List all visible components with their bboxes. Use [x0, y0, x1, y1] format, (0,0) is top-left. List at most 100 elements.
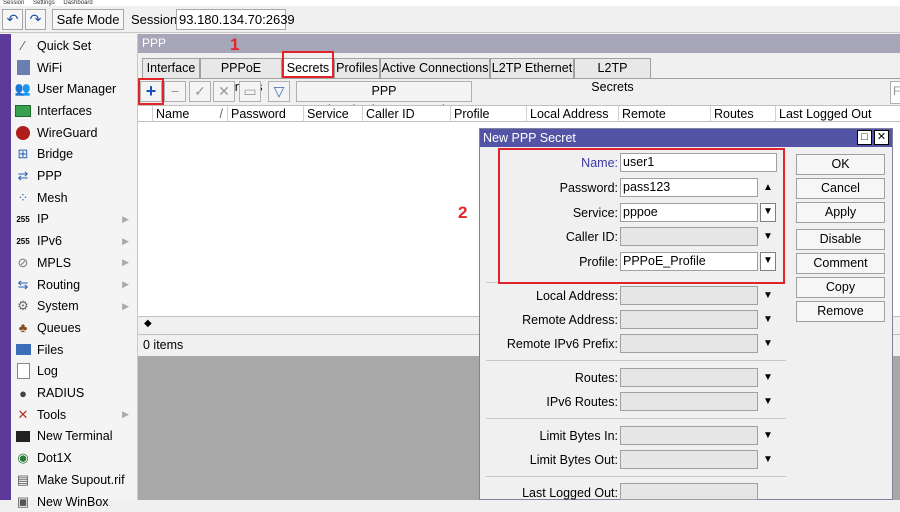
sidebar-item-mpls[interactable]: ⊘ MPLS ▶ [11, 252, 137, 274]
system-gear-icon: ⚙ [17, 298, 29, 314]
mpls-icon: ⊘ [17, 254, 29, 270]
sidebar-item-label: WireGuard [37, 125, 98, 140]
winbox-icon: ▣ [16, 493, 30, 509]
sidebar-item-queues[interactable]: ♣ Queues [11, 317, 137, 339]
remote-ipv6-prefix-field[interactable] [620, 334, 758, 353]
sidebar-item-bridge[interactable]: ⊞ Bridge [11, 144, 137, 166]
terminal-icon [14, 428, 32, 444]
column-header-routes[interactable]: Routes [711, 106, 776, 123]
dropdown-icon[interactable]: ▼ [760, 334, 776, 353]
scroll-left-icon[interactable]: ◆ [144, 318, 152, 329]
column-header-name[interactable]: Name / [153, 106, 228, 123]
sidebar-item-make-supout[interactable]: ▤ Make Supout.rif [11, 469, 137, 491]
divider [486, 476, 786, 477]
submenu-arrow-icon: ▶ [122, 213, 129, 224]
tab-pppoe-servers[interactable]: PPPoE Servers [200, 58, 282, 94]
sidebar-item-tools[interactable]: ✕ Tools ▶ [11, 404, 137, 426]
sidebar-item-label: New WinBox [37, 494, 109, 509]
remote-address-field[interactable] [620, 310, 758, 329]
sidebar-item-new-terminal[interactable]: New Terminal [11, 426, 137, 448]
filter-icon[interactable]: ▽ [268, 81, 290, 102]
apply-button[interactable]: Apply [796, 202, 885, 223]
column-header-last-logged-out[interactable]: Last Logged Out [776, 106, 900, 123]
sidebar-item-label: Quick Set [37, 38, 92, 53]
dropdown-icon[interactable]: ▼ [760, 450, 776, 469]
sidebar-item-label: New Terminal [37, 429, 113, 444]
column-header-remote-address[interactable]: Remote Address [619, 106, 711, 137]
remove-button[interactable]: Remove [796, 301, 885, 322]
sidebar-item-mesh[interactable]: ⁘ Mesh [11, 187, 137, 209]
local-address-field[interactable] [620, 286, 758, 305]
copy-button[interactable]: Copy [796, 277, 885, 298]
wireguard-icon [14, 125, 32, 141]
sidebar-item-interfaces[interactable]: Interfaces [11, 100, 137, 122]
dropdown-icon[interactable]: ▼ [760, 368, 776, 387]
tab-l2tp-secrets[interactable]: L2TP Secrets [574, 58, 651, 94]
sidebar-item-wifi[interactable]: WiFi [11, 57, 137, 79]
limit-bytes-in-label: Limit Bytes In: [539, 429, 619, 443]
wand-icon: ⁄ [21, 38, 25, 54]
remote-ipv6-prefix-label: Remote IPv6 Prefix: [506, 337, 618, 351]
limit-bytes-in-field[interactable] [620, 426, 758, 445]
sidebar-item-label: Make Supout.rif [37, 472, 125, 487]
undo-icon[interactable]: ↶ [2, 9, 23, 30]
log-icon [14, 363, 32, 380]
sidebar-item-ipv6[interactable]: 255 IPv6 ▶ [11, 230, 137, 252]
limit-bytes-out-field[interactable] [620, 450, 758, 469]
sidebar-item-label: User Manager [37, 82, 117, 97]
column-header-local-address[interactable]: Local Address [527, 106, 619, 123]
sidebar-item-system[interactable]: ⚙ System ▶ [11, 295, 137, 317]
divider [486, 418, 786, 419]
ipv6-routes-field[interactable] [620, 392, 758, 411]
close-icon[interactable]: ✕ [874, 130, 889, 145]
sidebar-item-ip[interactable]: 255 IP ▶ [11, 209, 137, 231]
tab-l2tp-ethernet[interactable]: L2TP Ethernet [490, 58, 574, 78]
tab-interface[interactable]: Interface [142, 58, 200, 78]
sidebar-item-quick-set[interactable]: ⁄ Quick Set [11, 35, 137, 57]
safe-mode-button[interactable]: Safe Mode [52, 9, 124, 30]
dropdown-icon[interactable]: ▼ [760, 310, 776, 329]
check-icon[interactable]: ✓ [189, 81, 211, 102]
table-header: Name / Password Service Caller ID Profil… [138, 105, 900, 137]
column-header-caller-id[interactable]: Caller ID [363, 106, 451, 123]
sidebar-item-ppp[interactable]: ⇄ PPP [11, 165, 137, 187]
dropdown-icon[interactable]: ▼ [760, 286, 776, 305]
limit-bytes-out-label: Limit Bytes Out: [529, 453, 618, 467]
maximize-icon[interactable]: □ [857, 130, 872, 145]
redo-icon[interactable]: ↷ [25, 9, 46, 30]
dropdown-icon[interactable]: ▼ [760, 392, 776, 411]
step-1-marker: 1 [230, 35, 240, 54]
ppp-toolbar: + − ✓ ✕ ▭ ▽ PPP Authentication&Accountin… [138, 78, 900, 117]
dropdown-icon[interactable]: ▼ [760, 426, 776, 445]
comment-icon[interactable]: ▭ [239, 81, 261, 102]
sidebar-item-new-winbox[interactable]: ▣ New WinBox [11, 491, 137, 512]
sidebar-item-dot1x[interactable]: ◉ Dot1X [11, 447, 137, 469]
dot1x-icon: ◉ [17, 450, 29, 466]
routes-field[interactable] [620, 368, 758, 387]
minus-icon[interactable]: − [164, 81, 186, 102]
ok-button[interactable]: OK [796, 154, 885, 175]
tab-profiles[interactable]: Profiles [334, 58, 380, 78]
ppp-authentication-accounting-button[interactable]: PPP Authentication&Accounting [296, 81, 472, 117]
find-input[interactable]: F [890, 81, 900, 104]
sidebar-item-log[interactable]: Log [11, 361, 137, 383]
column-header-profile[interactable]: Profile [451, 106, 527, 123]
sidebar-item-wireguard[interactable]: WireGuard [11, 122, 137, 144]
tab-active-connections[interactable]: Active Connections [380, 58, 490, 78]
last-logged-out-field [620, 483, 758, 500]
sidebar-brand-strip [0, 34, 11, 500]
x-icon[interactable]: ✕ [213, 81, 235, 102]
column-header-password[interactable]: Password [228, 106, 304, 123]
disable-button[interactable]: Disable [796, 229, 885, 250]
sidebar-item-routing[interactable]: ⇆ Routing ▶ [11, 274, 137, 296]
sidebar-item-radius[interactable]: ● RADIUS [11, 382, 137, 404]
comment-button[interactable]: Comment [796, 253, 885, 274]
sidebar-item-user-manager[interactable]: 👥 User Manager [11, 78, 137, 100]
folder-icon [14, 342, 32, 358]
column-header-service[interactable]: Service [304, 106, 363, 123]
routing-icon: ⇆ [17, 276, 29, 292]
cancel-button[interactable]: Cancel [796, 178, 885, 199]
highlight-add-button [138, 78, 164, 105]
sidebar-item-files[interactable]: Files [11, 339, 137, 361]
remote-address-label: Remote Address: [522, 313, 618, 327]
